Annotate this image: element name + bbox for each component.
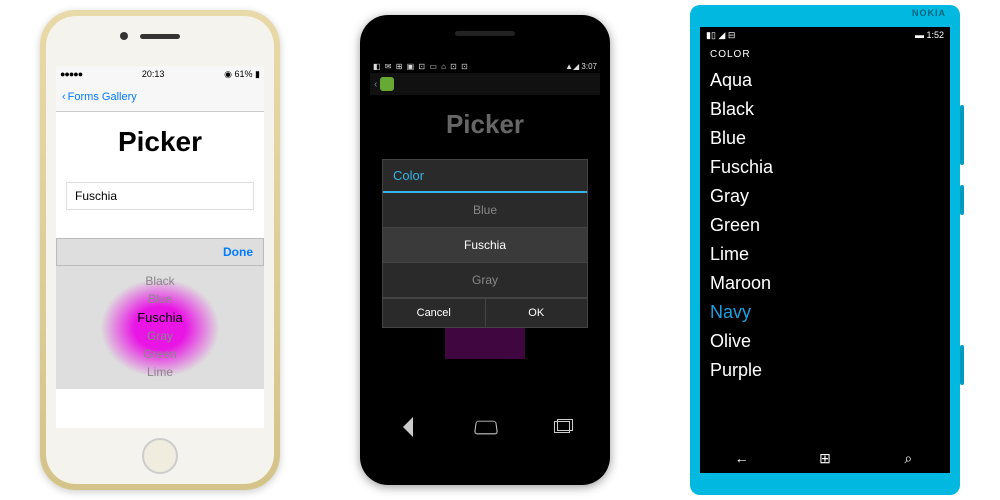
battery-indicator: ◉ 61% ▮	[224, 69, 260, 80]
ios-device-frame: ●●●●● 20:13 ◉ 61% ▮ ‹ Forms Gallery Pick…	[40, 10, 280, 490]
picker-dialog: Color Blue Fuschia Gray Cancel OK	[382, 159, 588, 328]
ios-screen: ●●●●● 20:13 ◉ 61% ▮ ‹ Forms Gallery Pick…	[56, 66, 264, 428]
windows-icon[interactable]: ⊞	[815, 450, 835, 467]
ok-button[interactable]: OK	[486, 298, 588, 327]
page-header: COLOR	[700, 43, 950, 64]
list-item[interactable]: Gray	[710, 182, 940, 211]
chevron-left-icon: ‹	[62, 91, 66, 103]
wheel-item[interactable]: Lime	[56, 363, 264, 381]
wheel-item[interactable]: Blue	[56, 290, 264, 308]
signal-icon: ▮▯ ◢ ⊟	[706, 30, 735, 41]
list-item[interactable]: Black	[710, 95, 940, 124]
done-button[interactable]: Done	[223, 245, 253, 259]
back-icon[interactable]: ←	[732, 450, 752, 466]
picker-toolbar: Done	[56, 238, 264, 266]
status-time: 3:07	[581, 62, 597, 71]
wheel-item[interactable]: Green	[56, 345, 264, 363]
wp-screen: ▮▯ ◢ ⊟ ▬ 1:52 COLOR Aqua Black Blue Fusc…	[700, 27, 950, 473]
ios-status-bar: ●●●●● 20:13 ◉ 61% ▮	[56, 66, 264, 82]
picker-option[interactable]: Gray	[383, 263, 587, 298]
status-time: 20:13	[142, 69, 165, 79]
wp-status-bar: ▮▯ ◢ ⊟ ▬ 1:52	[700, 27, 950, 43]
android-device-frame: ◧ ✉ ⊞ ▣ ⊡ ▭ ⌂ ⊡ ⊡ ▲◢ 3:07 ‹ Picker Color…	[360, 15, 610, 485]
dialog-title: Color	[383, 160, 587, 193]
wheel-item[interactable]: Gray	[56, 327, 264, 345]
notification-icons: ◧ ✉ ⊞ ▣ ⊡ ▭ ⌂ ⊡ ⊡	[373, 62, 469, 71]
back-icon[interactable]: ‹	[374, 79, 377, 90]
picker-wheel[interactable]: Black Blue Fuschia Gray Green Lime	[56, 266, 264, 389]
list-item[interactable]: Purple	[710, 356, 940, 385]
wp-device-frame: NOKIA ▮▯ ◢ ⊟ ▬ 1:52 COLOR Aqua Black Blu…	[690, 5, 960, 495]
home-icon[interactable]	[474, 421, 498, 435]
recent-apps-icon[interactable]	[554, 421, 572, 433]
picker-option-selected[interactable]: Fuschia	[383, 228, 587, 263]
android-screen: ◧ ✉ ⊞ ▣ ⊡ ▭ ⌂ ⊡ ⊡ ▲◢ 3:07 ‹ Picker Color…	[370, 59, 600, 441]
ios-nav-bar[interactable]: ‹ Forms Gallery	[56, 82, 264, 112]
list-item[interactable]: Lime	[710, 240, 940, 269]
battery-icon: ▬	[915, 30, 924, 40]
list-item[interactable]: Olive	[710, 327, 940, 356]
home-button[interactable]	[142, 438, 178, 474]
list-item[interactable]: Maroon	[710, 269, 940, 298]
picker-input[interactable]: Fuschia	[66, 182, 254, 210]
cancel-button[interactable]: Cancel	[383, 298, 486, 327]
back-icon[interactable]	[403, 417, 413, 437]
list-item-selected[interactable]: Navy	[710, 298, 940, 327]
back-button-label: Forms Gallery	[68, 91, 137, 103]
app-logo-icon	[380, 77, 394, 91]
android-nav-bar	[370, 413, 600, 441]
wifi-icon: ▲◢	[565, 62, 579, 71]
android-status-bar: ◧ ✉ ⊞ ▣ ⊡ ▭ ⌂ ⊡ ⊡ ▲◢ 3:07	[370, 59, 600, 73]
picker-option[interactable]: Blue	[383, 193, 587, 228]
wheel-item[interactable]: Black	[56, 272, 264, 290]
list-item[interactable]: Fuschia	[710, 153, 940, 182]
picker-list: Aqua Black Blue Fuschia Gray Green Lime …	[700, 64, 950, 387]
status-time: 1:52	[926, 30, 944, 40]
signal-icon: ●●●●●	[60, 69, 82, 79]
search-icon[interactable]: ⌕	[898, 450, 918, 467]
list-item[interactable]: Aqua	[710, 66, 940, 95]
android-app-bar: ‹	[370, 73, 600, 95]
page-title: Picker	[56, 112, 264, 168]
wp-nav-bar: ← ⊞ ⌕	[700, 443, 950, 473]
brand-logo: NOKIA	[912, 8, 946, 18]
list-item[interactable]: Blue	[710, 124, 940, 153]
wheel-item-selected[interactable]: Fuschia	[56, 308, 264, 327]
list-item[interactable]: Green	[710, 211, 940, 240]
